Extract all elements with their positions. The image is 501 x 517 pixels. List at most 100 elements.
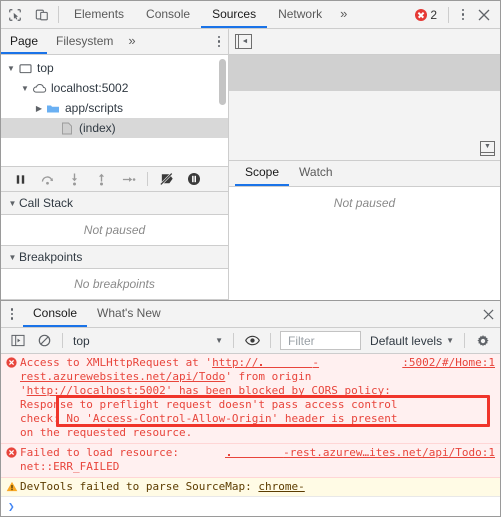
execution-context-selector[interactable]: top ▼ [69, 331, 227, 351]
redacted-hostname [258, 357, 313, 368]
step-over-icon[interactable] [34, 167, 60, 191]
tab-console[interactable]: Console [135, 1, 201, 28]
tab-network[interactable]: Network [267, 1, 333, 28]
main-tab-list: Elements Console Sources Network » [63, 1, 415, 28]
console-message-source-link[interactable]: -rest.azurew…ites.net/api/Todo:1 [283, 446, 495, 459]
execution-context-value: top [73, 333, 90, 348]
section-breakpoints[interactable]: ▼ Breakpoints [1, 246, 228, 269]
tab-elements[interactable]: Elements [63, 1, 135, 28]
main-tabbar: Elements Console Sources Network » 2 [1, 1, 500, 29]
file-tree: ▼ top ▼ localhost:5002 ▶ app/scripts (in… [1, 55, 228, 166]
toolbar-divider [448, 6, 449, 23]
tab-watch[interactable]: Watch [289, 161, 343, 186]
error-circle-icon [6, 446, 20, 462]
tab-scope[interactable]: Scope [235, 161, 290, 186]
call-stack-empty: Not paused [1, 215, 228, 246]
console-prompt[interactable]: ❯ [1, 496, 500, 516]
tab-page[interactable]: Page [1, 29, 48, 54]
deactivate-breakpoints-icon[interactable] [154, 167, 180, 191]
drawer-tabbar: Console What's New [1, 301, 500, 328]
toolbar-divider [58, 6, 59, 23]
warning-triangle-icon [6, 480, 20, 492]
console-message-list: Access to XMLHttpRequest at 'http:// -res… [1, 354, 500, 496]
kebab-menu-icon[interactable] [454, 1, 472, 28]
tree-item-index[interactable]: (index) [1, 118, 228, 138]
console-message-error[interactable]: Access to XMLHttpRequest at 'http://-res… [1, 354, 500, 444]
scope-tabbar: Scope Watch [229, 159, 500, 187]
log-levels-selector[interactable]: Default levels ▼ [366, 334, 458, 348]
console-message-error[interactable]: Failed to load resource: net::ERR_FAILED… [1, 444, 500, 478]
console-message-text: DevTools failed to parse SourceMap: chro… [20, 480, 495, 496]
device-toolbar-icon[interactable] [28, 1, 55, 28]
navigator-more-button[interactable]: » [122, 29, 141, 54]
show-navigator-icon[interactable]: ◄ [235, 34, 252, 49]
chevron-down-icon[interactable]: ▼ [5, 64, 17, 73]
chevron-down-icon: ▼ [446, 336, 454, 345]
msg-part-text: Access to XMLHttpRequest at ' [20, 356, 213, 369]
tree-item-localhost[interactable]: ▼ localhost:5002 [1, 78, 228, 98]
msg-part-text: DevTools failed to parse SourceMap: [20, 480, 259, 493]
gear-icon[interactable] [471, 330, 495, 352]
error-count-value: 2 [430, 7, 437, 22]
tab-sources[interactable]: Sources [201, 1, 268, 28]
filter-input-wrapper[interactable] [280, 331, 362, 350]
debugger-toolbar [1, 166, 228, 192]
main-tabbar-right: 2 [415, 1, 500, 28]
step-icon[interactable] [115, 167, 141, 191]
chevron-right-icon[interactable]: ▶ [33, 104, 45, 113]
log-levels-label: Default levels [370, 333, 443, 348]
filter-input[interactable] [286, 332, 356, 349]
drawer-kebab-menu-icon[interactable] [1, 301, 23, 327]
drawer: Console What's New top ▼ Filter Default … [1, 300, 500, 516]
section-call-stack[interactable]: ▼ Call Stack [1, 192, 228, 215]
console-toolbar-divider [62, 333, 63, 348]
sources-panel: Page Filesystem » ▼ top ▼ localhost:5002… [1, 29, 500, 300]
navigator-kebab-menu-icon[interactable] [210, 29, 228, 54]
folder-icon [45, 101, 61, 115]
close-icon[interactable] [472, 9, 496, 21]
tab-console[interactable]: Console [23, 301, 88, 327]
pause-on-exceptions-icon[interactable] [181, 167, 207, 191]
tab-filesystem[interactable]: Filesystem [47, 29, 122, 54]
request-url-link[interactable]: http:// [212, 356, 258, 369]
console-prompt-input[interactable] [15, 497, 500, 516]
tab-whats-new[interactable]: What's New [87, 301, 171, 327]
editor-body: ▼ [229, 55, 500, 160]
console-message-source: -rest.azurew…ites.net/api/Todo:1 [221, 446, 495, 460]
console-message-text: Access to XMLHttpRequest at 'http://-res… [20, 356, 398, 440]
error-count-badge[interactable]: 2 [415, 8, 437, 22]
breakpoints-empty: No breakpoints [1, 269, 228, 300]
debugger-sidebar: ▼ Call Stack Not paused ▼ Breakpoints No… [1, 192, 228, 300]
chevron-down-icon: ▼ [8, 252, 17, 262]
section-title: Call Stack [19, 196, 74, 210]
console-message-source-link[interactable]: :5002/#/Home:1 [398, 356, 495, 370]
more-tabs-button[interactable]: » [333, 1, 354, 28]
editor-column: ◄ ▼ Scope Watch Not paused [229, 29, 500, 300]
collapse-pane-icon[interactable]: ▼ [480, 140, 495, 156]
close-drawer-icon[interactable] [476, 301, 500, 327]
inspect-cursor-icon[interactable] [1, 1, 28, 28]
chevron-down-icon[interactable]: ▼ [19, 84, 31, 93]
error-circle-icon [6, 356, 20, 372]
tree-item-app-scripts[interactable]: ▶ app/scripts [1, 98, 228, 118]
live-expression-icon[interactable] [240, 330, 264, 352]
debugger-divider [147, 172, 148, 186]
step-out-icon[interactable] [88, 167, 114, 191]
section-title: Breakpoints [19, 250, 83, 264]
tree-item-label: (index) [79, 121, 116, 135]
origin-url-link[interactable]: http://localhost:5002 [27, 384, 166, 397]
scope-empty-text: Not paused [229, 186, 500, 300]
step-into-icon[interactable] [61, 167, 87, 191]
document-icon [59, 121, 75, 135]
console-message-warning[interactable]: DevTools failed to parse SourceMap: chro… [1, 478, 500, 496]
clear-console-icon[interactable] [32, 330, 56, 352]
console-message-text: Failed to load resource: net::ERR_FAILED [20, 446, 179, 473]
tree-item-top[interactable]: ▼ top [1, 58, 228, 78]
console-sidebar-icon[interactable] [6, 330, 30, 352]
prompt-arrow-icon: ❯ [8, 500, 15, 513]
console-toolbar-divider [464, 333, 465, 348]
file-tree-scrollbar[interactable] [219, 59, 226, 105]
editor-placeholder [229, 55, 500, 91]
pause-icon[interactable] [7, 167, 33, 191]
cloud-icon [31, 81, 47, 95]
